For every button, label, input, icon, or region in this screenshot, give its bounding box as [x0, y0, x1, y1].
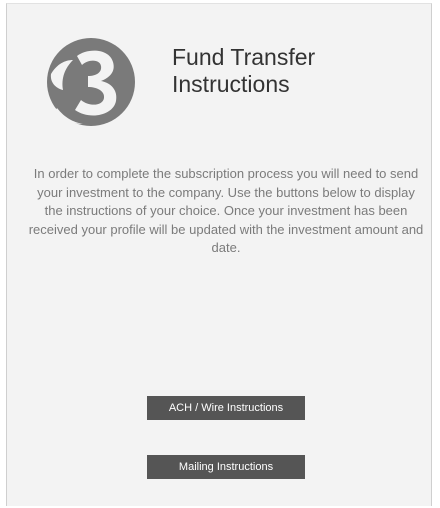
title-line-1: Fund Transfer [172, 44, 316, 70]
intro-text: In order to complete the subscription pr… [28, 166, 424, 255]
fund-transfer-panel: Fund Transfer Instructions In order to c… [6, 3, 432, 506]
ach-wire-instructions-button[interactable]: ACH / Wire Instructions [147, 396, 305, 420]
mailing-instructions-button[interactable]: Mailing Instructions [147, 455, 305, 479]
page-title: Fund Transfer Instructions [172, 44, 392, 98]
step-3-circle-icon [47, 38, 135, 126]
title-line-2: Instructions [172, 71, 290, 97]
